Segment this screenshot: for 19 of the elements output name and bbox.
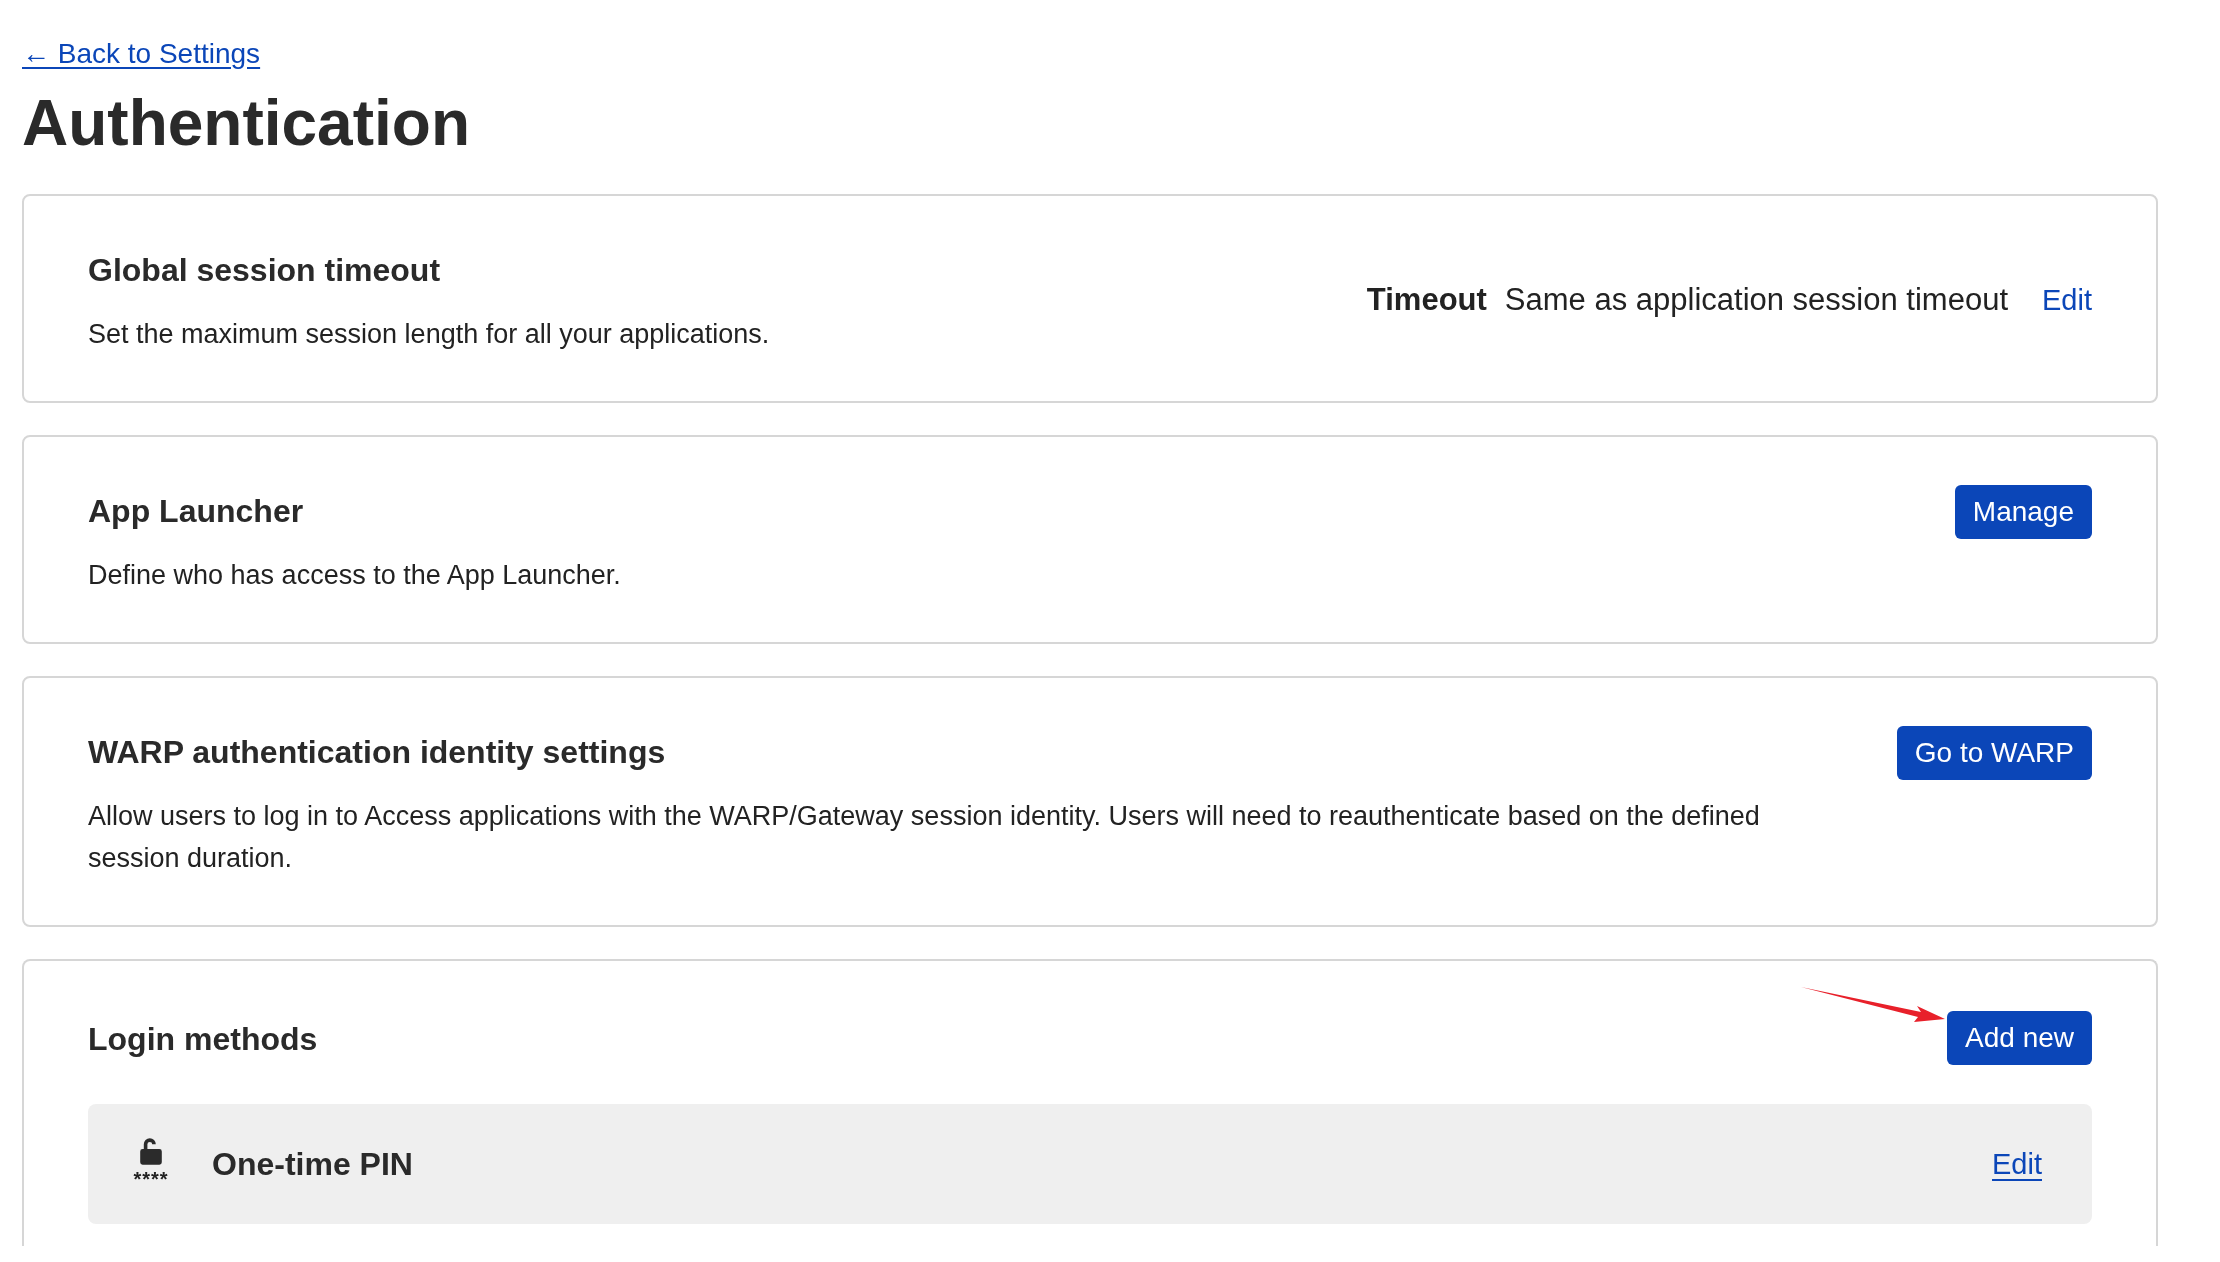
edit-link[interactable]: Edit — [1992, 1147, 2042, 1181]
pin-mask-text: **** — [133, 1168, 169, 1192]
unlocked-padlock-icon — [139, 1137, 163, 1167]
action-button[interactable]: Go to WARP — [1896, 726, 2092, 781]
action-button[interactable]: Manage — [1954, 485, 2092, 540]
page-title: Authentication — [22, 88, 471, 159]
card-description: Set the maximum session length for all your applications. — [88, 318, 771, 352]
add-new-button[interactable]: Add new — [1947, 1011, 2092, 1066]
back-link[interactable]: ← Back to Settings — [22, 38, 261, 70]
card-title: App Launcher — [88, 493, 305, 531]
card-title: Login methods — [88, 1021, 319, 1059]
edit-link[interactable]: Edit — [2042, 283, 2092, 317]
card-description: Allow users to log in to Access applications with the WARP/Gateway session identity. Users will need to reauthenticate based on the defined session duration. — [88, 800, 1761, 876]
setting-label: Timeout — [1366, 281, 1487, 318]
card-title: WARP authentication identity settings — [88, 734, 667, 772]
card-description: Define who has access to the App Launcher. — [88, 559, 622, 593]
setting-value: Same as application session timeout — [1504, 281, 2008, 318]
card-title: Global session timeout — [88, 252, 442, 290]
method-name: One-time PIN — [212, 1145, 414, 1183]
